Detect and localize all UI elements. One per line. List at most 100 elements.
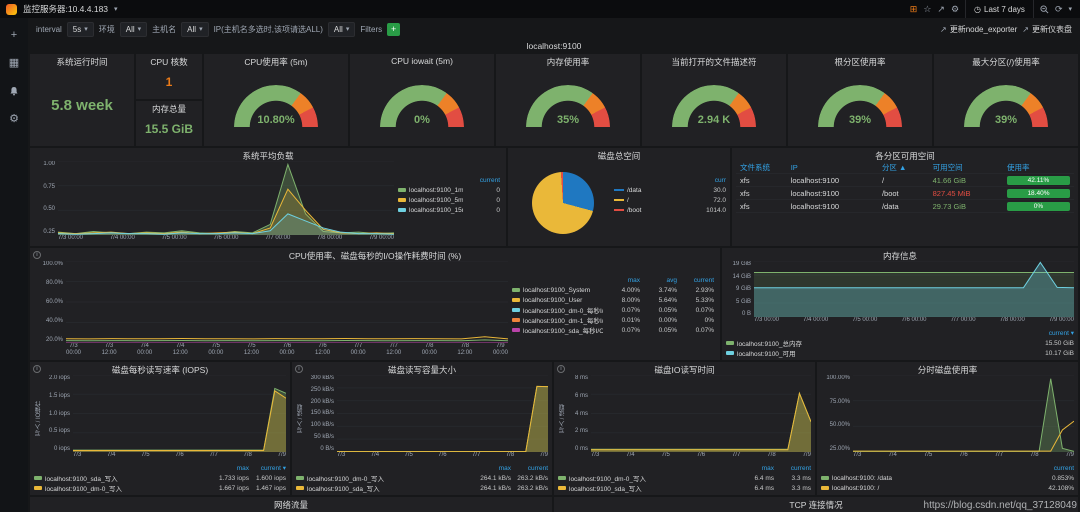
legend-label[interactable]: localhost:9100_总内存 [726,338,1037,348]
x-tick-label: 7/3 [337,452,345,461]
legend-col-header[interactable]: current [677,277,714,284]
legend-label[interactable]: localhost:9100_5m [398,197,463,204]
legend-label[interactable]: localhost:9100_dm-0_写入 [34,483,212,493]
legend-label[interactable]: localhost:9100_sda_写入 [296,483,474,493]
x-tick-label: 7/3 [591,452,599,461]
panel-info-icon[interactable]: i [295,365,303,373]
legend-label[interactable]: localhost:9100_dm-1_每秒I/O操作% [512,315,603,325]
table-col-header[interactable]: 可用空间 [929,162,1003,173]
panel-info-icon[interactable]: i [33,365,41,373]
legend-col-header[interactable]: max [212,465,249,472]
row-header-localhost-9100[interactable]: localhost:9100 [28,41,1080,53]
configuration-gear-icon[interactable]: ⚙ [6,112,22,126]
panel-title[interactable]: CPU iowait (5m) [350,54,494,67]
panel-title[interactable]: 内存总量 [136,101,202,114]
x-tick-label: 7/5 [662,452,670,461]
panel-info-icon[interactable]: i [557,365,565,373]
dashboard-settings-icon[interactable]: ⚙ [951,5,959,14]
panel-title[interactable]: 内存信息 [722,248,1078,261]
legend-label[interactable]: localhost:9100_dm-0_每秒I/O操作% [512,305,603,315]
legend-label[interactable]: localhost:9100_sda_写入 [558,483,737,493]
chevron-down-icon[interactable]: ▾ [114,5,118,13]
legend-label[interactable]: /data [614,187,689,194]
panel-title[interactable]: 网络流量 [30,497,552,510]
legend-label[interactable]: localhost:9100: / [821,485,1037,492]
update-dashboard-link[interactable]: ↗更新仪表盘 [1022,24,1072,35]
update-node-exporter-link[interactable]: ↗更新node_exporter [940,24,1017,35]
panel-title[interactable]: 根分区使用率 [788,54,932,67]
legend-value: 0.853% [1037,475,1074,482]
legend-col-header[interactable]: max [603,277,640,284]
time-range-picker[interactable]: ◷ Last 7 days [965,0,1034,18]
legend-label[interactable]: localhost:9100_dm-0_写入 [296,473,474,483]
legend-label[interactable]: / [614,197,689,204]
table-col-header[interactable]: IP [787,163,878,172]
legend-label[interactable]: localhost:9100_sda_每秒I/O操作% [512,325,603,335]
dashboards-icon[interactable]: ▦ [6,56,22,70]
legend-col-header[interactable]: current ▾ [1037,329,1074,337]
env-select[interactable]: All▾ [120,22,147,37]
panel-title[interactable]: 磁盘IO读写时间 [554,362,815,375]
legend-col-header[interactable]: current [774,465,811,472]
ip-select[interactable]: All▾ [328,22,355,37]
add-filter-button[interactable]: + [387,23,400,36]
share-icon[interactable]: ↗ [937,5,945,14]
panel-title[interactable]: 分时磁盘使用率 [817,362,1078,375]
panel-title[interactable]: CPU使用率 (5m) [204,54,348,67]
legend-series-name: localhost:9100_1m [409,187,463,194]
create-plus-icon[interactable]: + [6,28,22,42]
panel-title[interactable]: 系统平均负载 [30,148,506,161]
legend-label[interactable]: localhost:9100_dm-0_写入 [558,473,737,483]
legend-col-header[interactable]: current [511,465,548,472]
legend-row: localhost:9100_可用10.17 GiB [726,348,1074,358]
legend-col-header[interactable]: current [463,177,500,184]
grafana-logo[interactable] [6,4,17,15]
table-col-header[interactable]: 分区 ▲ [878,162,929,173]
hostname-select[interactable]: All▾ [181,22,208,37]
table-col-header[interactable]: 文件系统 [736,162,787,173]
legend-row: /boot1014.0 [614,205,726,215]
panel-title[interactable]: CPU 核数 [136,54,202,67]
alerting-bell-icon[interactable] [6,84,22,98]
dashboard-title[interactable]: 监控服务器:10.4.4.183 [23,3,108,15]
legend-label[interactable]: localhost:9100_User [512,297,603,304]
panel-title[interactable]: 磁盘读写容量大小 [292,362,552,375]
panel-title[interactable]: 磁盘总空间 [508,148,730,161]
legend-col-header[interactable]: curr [689,177,726,184]
x-tick-label: 7/4 00:00 [110,235,135,244]
panel-title[interactable]: 当前打开的文件描述符 [642,54,786,67]
star-icon[interactable]: ☆ [923,5,931,14]
interval-select[interactable]: 5s▾ [67,22,94,37]
legend-col-header[interactable]: avg [640,277,677,284]
y-tick-label: 40.0% [46,318,63,324]
panel-title[interactable]: 系统运行时间 [30,54,134,67]
legend-col-header[interactable]: max [474,465,511,472]
zoom-out-icon[interactable] [1040,5,1049,14]
panel-title[interactable]: 磁盘每秒读写速率 (IOPS) [30,362,290,375]
refresh-icon[interactable]: ⟳ [1055,5,1063,14]
legend-col-header[interactable]: max [737,465,774,472]
legend-label[interactable]: localhost:9100_1m [398,187,463,194]
legend-label[interactable]: localhost:9100_sda_写入 [34,473,212,483]
panel-title[interactable]: 最大分区(/)使用率 [934,54,1078,67]
refresh-interval-caret-icon[interactable]: ▾ [1068,5,1072,13]
legend-col-header[interactable]: current ▾ [249,464,286,472]
legend-label[interactable]: localhost:9100: /data [821,475,1037,482]
x-tick-label: 7/3 00:00 [58,235,83,244]
panel-info-icon[interactable]: i [33,251,41,259]
add-panel-icon[interactable]: ⊞ [910,5,918,14]
x-axis-pad [34,235,58,244]
legend-col-header[interactable]: current [1037,465,1074,472]
legend-label[interactable]: localhost:9100_15m [398,207,463,214]
panel-title[interactable]: 各分区可用空间 [732,148,1078,161]
x-tick-label: 7/9 00:00 [1049,317,1074,326]
panel-title[interactable]: CPU使用率、磁盘每秒的I/O操作耗费时间 (%) [30,248,720,261]
table-col-header[interactable]: 使用率 [1003,162,1074,173]
legend-label[interactable]: localhost:9100_System [512,287,603,294]
panel-title[interactable]: 内存使用率 [496,54,640,67]
legend-label[interactable]: /boot [614,207,689,214]
legend-header: maxcurrent ▾ [34,463,286,473]
legend-value: 0.00% [640,317,677,324]
x-tick-label: 7/9 [803,452,811,461]
legend-label[interactable]: localhost:9100_可用 [726,348,1037,358]
